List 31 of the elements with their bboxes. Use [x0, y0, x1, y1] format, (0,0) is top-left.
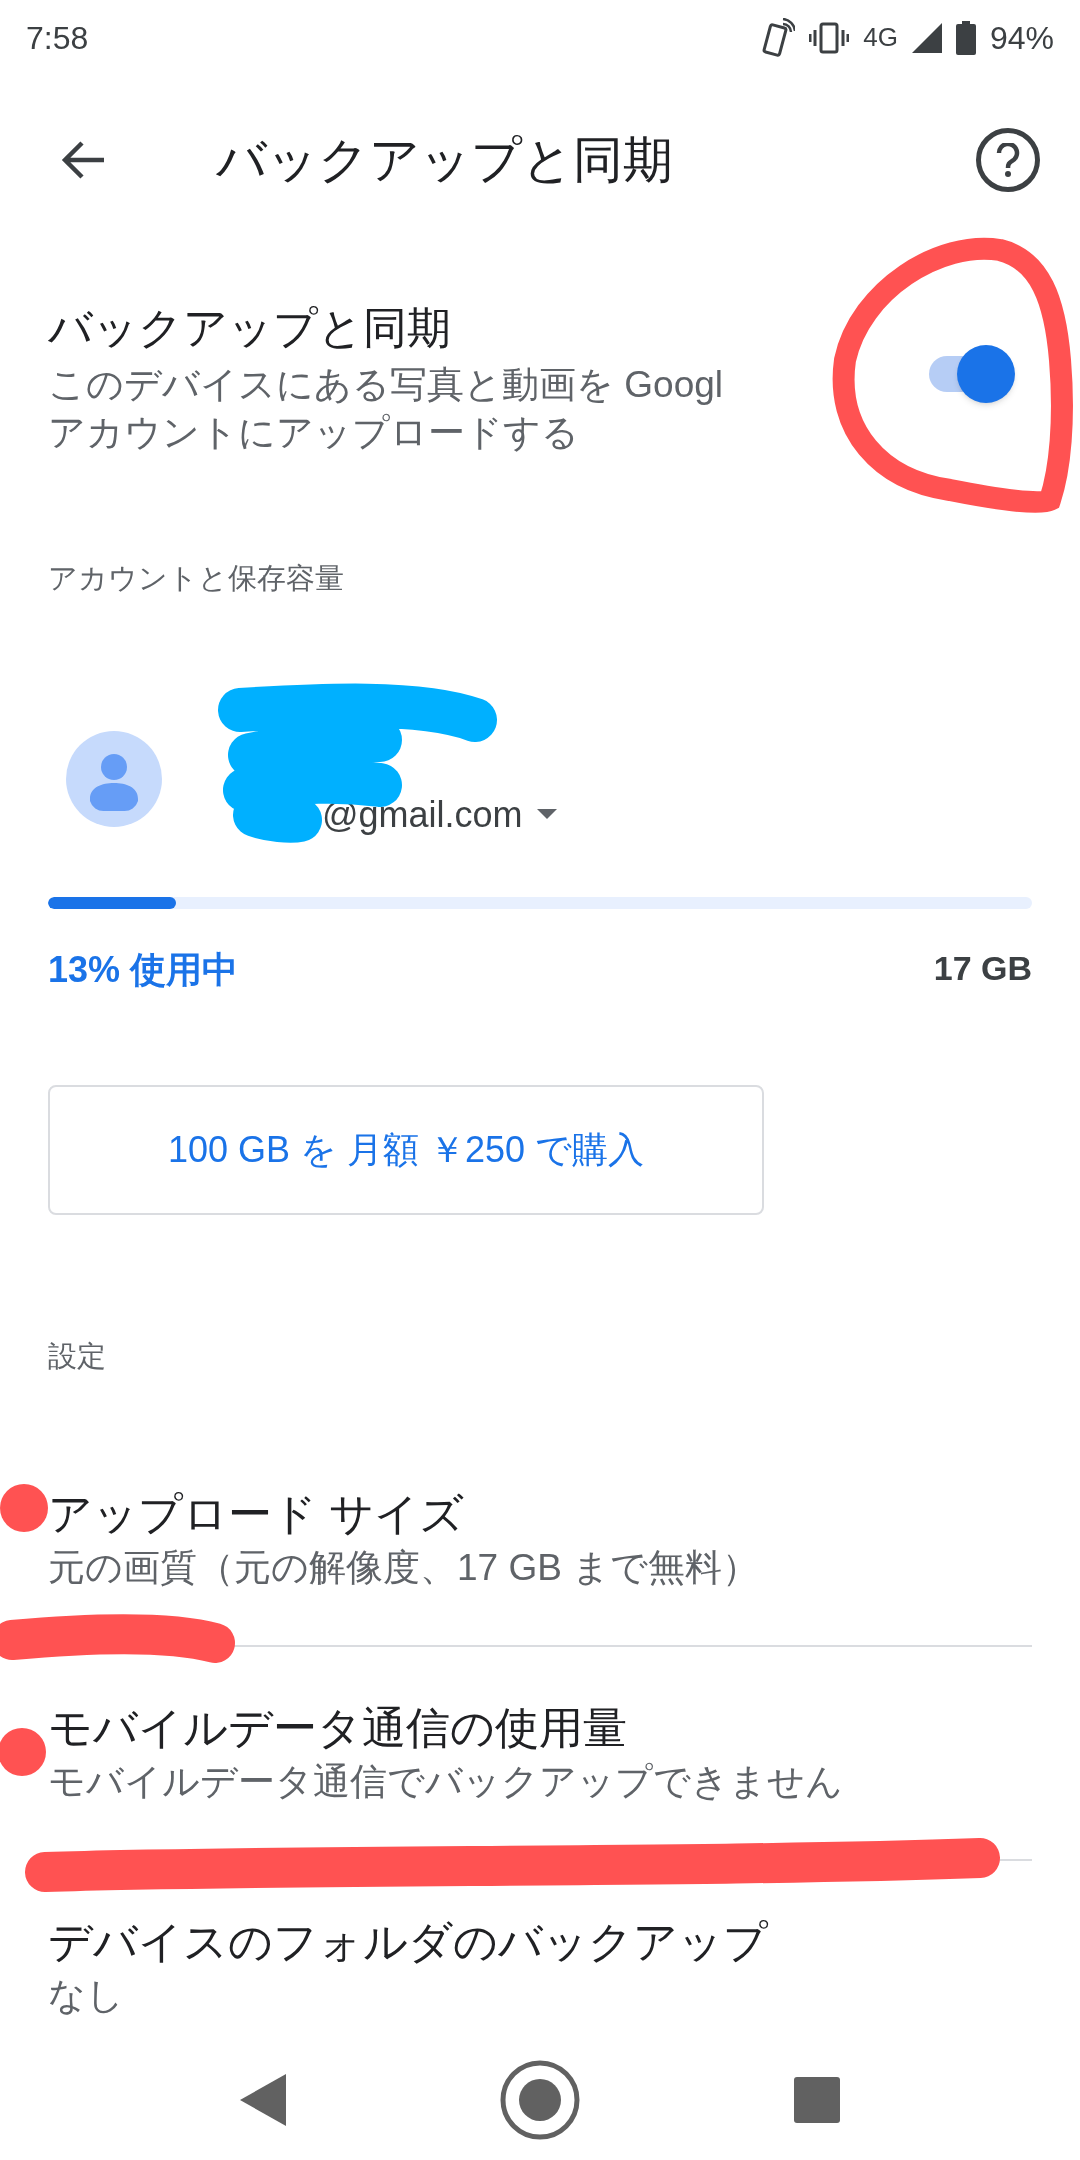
- storage-total: 17 GB: [933, 947, 1032, 989]
- section-heading: 設定: [48, 1339, 106, 1372]
- account-selector[interactable]: @gmail.com: [322, 787, 557, 842]
- backup-description: アカウントにアップロードする: [48, 411, 580, 455]
- signal-icon: [911, 22, 942, 53]
- nfc-icon: [761, 17, 796, 58]
- nav-home-button[interactable]: [499, 2059, 581, 2141]
- page-title: バックアップと同期: [216, 130, 674, 190]
- battery-icon: [955, 20, 976, 55]
- settings-item[interactable]: モバイルデータ通信の使用量 モバイルデータ通信でバックアップできません: [48, 1687, 1032, 1819]
- buy-storage-button[interactable]: 100 GB を 月額 ￥250 で購入: [48, 1084, 764, 1215]
- status-time: 7:58: [26, 18, 89, 58]
- storage-usage: 13% 使用中: [48, 947, 239, 992]
- help-icon: [996, 143, 1020, 177]
- vibrate-icon: [809, 20, 850, 55]
- avatar-icon: [66, 730, 162, 827]
- backup-description: このデバイスにある写真と動画を Googl: [48, 363, 724, 407]
- section-heading: アカウントと保存容量: [48, 562, 344, 594]
- settings-item[interactable]: アップロード サイズ 元の画質（元の解像度、17 GB まで無料）: [48, 1473, 1032, 1605]
- nav-home-icon: [499, 2059, 581, 2141]
- dot-annotation: [0, 1728, 46, 1776]
- nav-back-icon: [240, 2074, 286, 2126]
- dot-annotation: [0, 1484, 48, 1532]
- battery-percent: 94%: [989, 18, 1054, 58]
- backup-title: バックアップと同期: [48, 302, 452, 354]
- back-arrow-icon: [60, 140, 106, 180]
- nav-recents-icon: [794, 2077, 840, 2123]
- help-button[interactable]: [976, 128, 1040, 192]
- dropdown-caret-icon: [536, 808, 557, 821]
- settings-item[interactable]: デバイスのフォルダのバックアップ なし: [48, 1901, 1032, 2033]
- network-type: 4G: [863, 21, 898, 54]
